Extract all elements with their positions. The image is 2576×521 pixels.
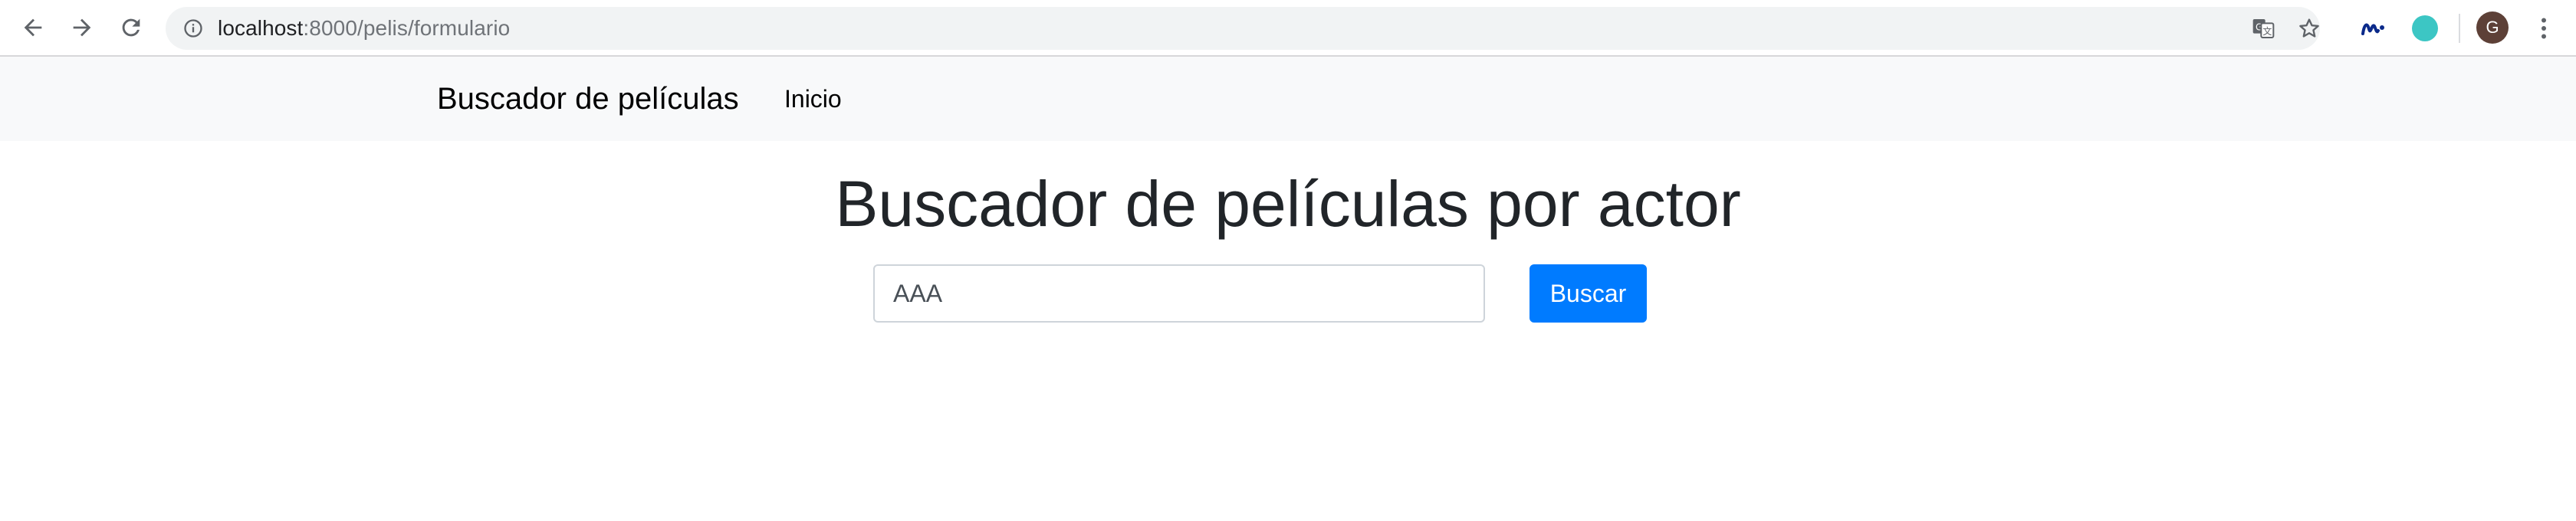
info-icon[interactable] [182, 18, 204, 39]
back-arrow-icon [24, 18, 42, 37]
nav-link-inicio[interactable]: Inicio [784, 57, 842, 141]
search-button[interactable]: Buscar [1530, 264, 1647, 323]
address-bar[interactable]: localhost:8000/pelis/formulario G 文 [166, 7, 2320, 50]
translate-icon[interactable]: G 文 [2251, 16, 2275, 41]
star-icon[interactable] [2297, 16, 2321, 41]
url-host: localhost [218, 16, 304, 40]
reload-icon [122, 18, 140, 37]
back-button[interactable] [15, 10, 51, 45]
url-text[interactable]: localhost:8000/pelis/formulario [218, 7, 510, 50]
url-path: :8000/pelis/formulario [303, 16, 511, 40]
toolbar-divider [2459, 14, 2460, 43]
forward-arrow-icon [73, 18, 91, 37]
search-input[interactable] [873, 264, 1485, 323]
avatar[interactable]: G [2476, 11, 2509, 44]
browser-toolbar: localhost:8000/pelis/formulario G 文 G [0, 0, 2576, 57]
kebab-menu-icon[interactable] [2530, 13, 2558, 44]
movistar-icon[interactable] [2361, 17, 2386, 40]
reload-button[interactable] [113, 10, 149, 45]
circle-icon[interactable] [2412, 15, 2438, 41]
page-title: Buscador de películas por actor [835, 168, 1741, 240]
forward-button[interactable] [64, 10, 100, 45]
navbar: Buscador de películas Inicio [0, 57, 2576, 141]
navbar-brand[interactable]: Buscador de películas [437, 57, 739, 141]
svg-text:文: 文 [2262, 25, 2272, 37]
